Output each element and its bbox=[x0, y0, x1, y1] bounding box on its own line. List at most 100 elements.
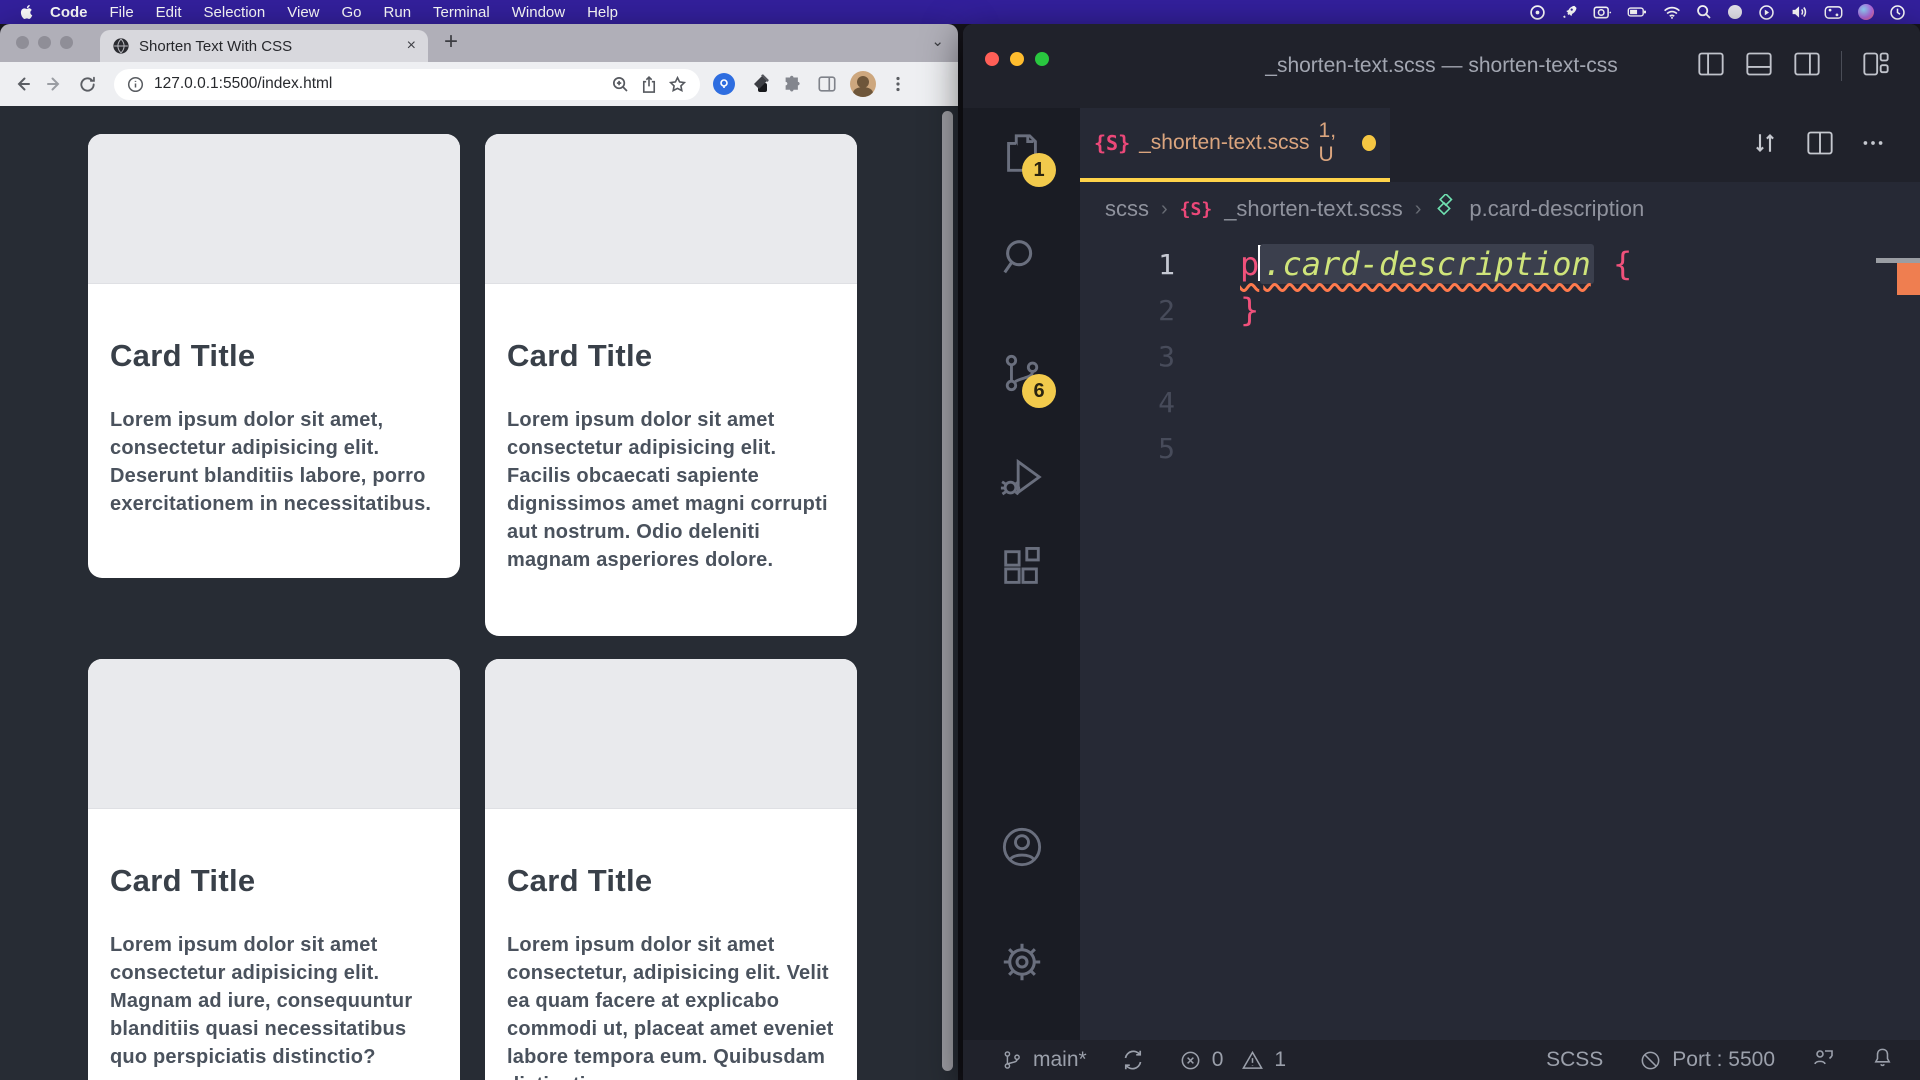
side-panel-icon[interactable] bbox=[817, 74, 837, 94]
run-debug-icon[interactable] bbox=[999, 454, 1045, 505]
breadcrumb-file[interactable]: _shorten-text.scss bbox=[1224, 196, 1403, 222]
card-image-placeholder bbox=[88, 659, 460, 809]
more-actions-icon[interactable] bbox=[1860, 130, 1886, 161]
address-bar[interactable]: 127.0.0.1:5500/index.html bbox=[114, 69, 700, 100]
toggle-sidebar-icon[interactable] bbox=[1697, 51, 1725, 82]
menu-item-help[interactable]: Help bbox=[576, 4, 629, 21]
tab-overflow-chevron-icon[interactable]: ⌄ bbox=[931, 32, 944, 50]
browser-window: Shorten Text With CSS × + ⌄ 127.0.0.1:55… bbox=[0, 24, 958, 1080]
play-circle-icon[interactable] bbox=[1758, 4, 1775, 21]
symbol-icon bbox=[1433, 194, 1457, 224]
card-title: Card Title bbox=[110, 338, 438, 374]
browser-traffic-lights[interactable] bbox=[16, 36, 73, 49]
language-mode-item[interactable]: SCSS bbox=[1546, 1048, 1603, 1072]
colorpicker-extension-icon[interactable] bbox=[748, 73, 770, 95]
menu-app-name[interactable]: Code bbox=[39, 4, 99, 21]
search-icon[interactable] bbox=[999, 235, 1045, 286]
browser-tab[interactable]: Shorten Text With CSS × bbox=[100, 30, 428, 62]
browser-menu-icon[interactable] bbox=[889, 75, 907, 93]
tab-title: Shorten Text With CSS bbox=[139, 38, 398, 55]
customize-layout-icon[interactable] bbox=[1862, 51, 1890, 82]
live-server-item[interactable]: Port : 5500 bbox=[1639, 1048, 1775, 1072]
close-window-button[interactable] bbox=[16, 36, 29, 49]
code-line-2: } bbox=[1240, 291, 1259, 329]
card-description: Lorem ipsum dolor sit amet consectetur a… bbox=[507, 406, 835, 574]
wifi-icon[interactable] bbox=[1663, 5, 1681, 20]
notifications-bell-icon[interactable] bbox=[1871, 1046, 1894, 1075]
settings-gear-icon[interactable] bbox=[999, 939, 1045, 990]
tab-close-icon[interactable]: × bbox=[407, 38, 416, 54]
dnd-icon[interactable] bbox=[1727, 4, 1743, 20]
menu-item-selection[interactable]: Selection bbox=[193, 4, 277, 21]
password-manager-extension-icon[interactable] bbox=[713, 73, 735, 95]
code-editor[interactable]: 1 p.card-description { 2 } 3 4 5 bbox=[1080, 236, 1920, 1040]
problems-item[interactable]: 0 1 bbox=[1179, 1048, 1286, 1072]
broadcast-blocked-icon bbox=[1639, 1049, 1662, 1072]
divider bbox=[1841, 51, 1842, 81]
breadcrumb-symbol[interactable]: p.card-description bbox=[1469, 196, 1644, 222]
rocket-icon[interactable] bbox=[1561, 4, 1578, 21]
url-text[interactable]: 127.0.0.1:5500/index.html bbox=[154, 75, 601, 93]
unsaved-changes-dot-icon[interactable] bbox=[1362, 135, 1376, 151]
tunnel-feedback-icon[interactable] bbox=[1811, 1045, 1835, 1075]
errors-icon bbox=[1179, 1049, 1202, 1072]
card: Card Title Lorem ipsum dolor sit amet co… bbox=[485, 134, 857, 636]
minimize-window-button[interactable] bbox=[38, 36, 51, 49]
editor-tab[interactable]: {S} _shorten-text.scss 1, U bbox=[1080, 108, 1390, 182]
line-number: 1 bbox=[1080, 248, 1175, 281]
battery-icon[interactable] bbox=[1627, 4, 1648, 20]
line-number: 4 bbox=[1080, 386, 1175, 419]
extensions-puzzle-icon[interactable] bbox=[783, 74, 804, 95]
vscode-window: _shorten-text.scss — shorten-text-css 1 … bbox=[963, 24, 1920, 1080]
sync-icon bbox=[1121, 1048, 1145, 1072]
layout-controls bbox=[1697, 24, 1890, 108]
forward-button[interactable] bbox=[45, 74, 65, 94]
siri-icon[interactable] bbox=[1858, 4, 1874, 20]
menu-item-go[interactable]: Go bbox=[331, 4, 373, 21]
breadcrumb-separator: › bbox=[1161, 198, 1168, 221]
accounts-icon[interactable] bbox=[999, 824, 1045, 875]
screen-record-icon[interactable] bbox=[1593, 4, 1612, 21]
bookmark-star-icon[interactable] bbox=[668, 75, 687, 94]
explorer-badge: 1 bbox=[1022, 153, 1056, 187]
control-center-icon[interactable] bbox=[1824, 5, 1843, 20]
menu-item-terminal[interactable]: Terminal bbox=[422, 4, 501, 21]
menu-item-file[interactable]: File bbox=[99, 4, 145, 21]
extensions-icon[interactable] bbox=[999, 545, 1045, 596]
editor-tab-bar: {S} _shorten-text.scss 1, U bbox=[1080, 108, 1920, 182]
record-icon[interactable] bbox=[1529, 4, 1546, 21]
breadcrumb-separator: › bbox=[1415, 198, 1422, 221]
git-branch-item[interactable]: main* bbox=[1001, 1048, 1087, 1072]
site-info-icon[interactable] bbox=[127, 76, 144, 93]
card-image-placeholder bbox=[88, 134, 460, 284]
spotlight-search-icon[interactable] bbox=[1696, 4, 1712, 20]
zoom-icon[interactable] bbox=[611, 75, 630, 94]
globe-favicon-icon bbox=[112, 37, 130, 55]
share-icon[interactable] bbox=[640, 75, 658, 94]
menu-bar: Code File Edit Selection View Go Run Ter… bbox=[0, 0, 1920, 24]
menu-item-run[interactable]: Run bbox=[373, 4, 423, 21]
volume-icon[interactable] bbox=[1790, 4, 1809, 20]
line-number: 2 bbox=[1080, 294, 1175, 327]
warnings-icon bbox=[1241, 1049, 1264, 1072]
breadcrumb-folder[interactable]: scss bbox=[1105, 196, 1149, 222]
scss-file-icon: {S} bbox=[1094, 131, 1130, 155]
new-tab-button[interactable]: + bbox=[444, 28, 458, 56]
code-line-1: p.card-description { bbox=[1240, 245, 1632, 283]
scss-file-icon: {S} bbox=[1180, 199, 1213, 220]
clock-icon[interactable] bbox=[1889, 4, 1906, 21]
zoom-window-button[interactable] bbox=[60, 36, 73, 49]
toggle-panel-icon[interactable] bbox=[1745, 51, 1773, 82]
back-button[interactable] bbox=[12, 74, 32, 94]
apple-menu-icon[interactable] bbox=[18, 4, 33, 21]
profile-avatar[interactable] bbox=[850, 71, 876, 97]
open-changes-icon[interactable] bbox=[1750, 128, 1780, 163]
reload-button[interactable] bbox=[78, 75, 97, 94]
sync-changes-item[interactable] bbox=[1121, 1048, 1145, 1072]
toggle-secondary-sidebar-icon[interactable] bbox=[1793, 51, 1821, 82]
browser-scrollbar[interactable] bbox=[942, 111, 953, 1071]
menu-item-edit[interactable]: Edit bbox=[145, 4, 193, 21]
split-editor-icon[interactable] bbox=[1806, 130, 1834, 161]
menu-item-view[interactable]: View bbox=[276, 4, 330, 21]
menu-item-window[interactable]: Window bbox=[501, 4, 576, 21]
